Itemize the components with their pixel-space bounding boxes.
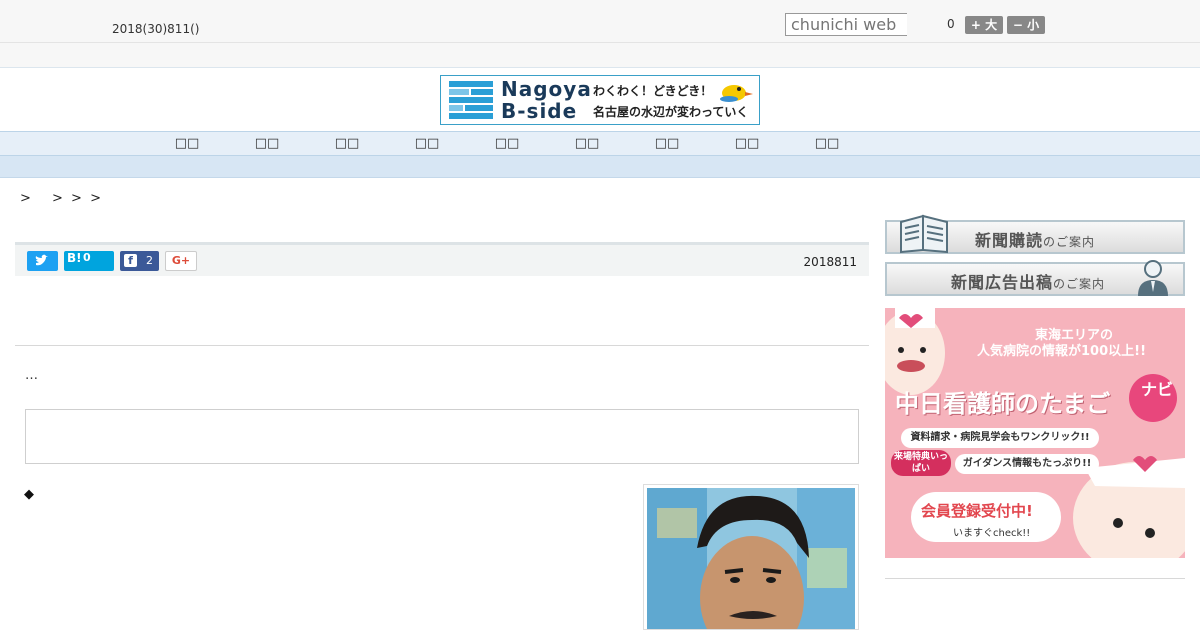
article-bullet: ◆ (24, 487, 34, 502)
counter-value: 0 (947, 17, 955, 31)
ad-badge: 来場特典いっぱい (891, 450, 951, 476)
advertising-label: 新聞広告出稿のご案内 (951, 273, 1106, 292)
hatena-bookmark-button[interactable]: B! 0 (64, 251, 114, 271)
hatena-icon: B! (67, 251, 82, 265)
portrait-photo (647, 488, 855, 629)
divider (15, 345, 869, 346)
sidebar-divider (885, 578, 1185, 579)
subscription-guide-button[interactable]: 新聞購読のご案内 (885, 214, 1185, 254)
ad-navi: ナビ (1141, 380, 1174, 399)
nav-item[interactable]: □□ (647, 136, 687, 151)
twitter-share-button[interactable] (27, 251, 58, 271)
twitter-icon (35, 254, 48, 266)
ad-cta: 会員登録受付中! (921, 502, 1033, 520)
top-utility-bar: 2018(30)811() 0 + 大 − 小 (0, 0, 1200, 43)
nav-item[interactable]: □□ (247, 136, 287, 151)
ad-pill1: 資料請求・病院見学会もワンクリック!! (901, 428, 1099, 448)
newspaper-book-icon (900, 214, 948, 254)
nagoya-bside-banner[interactable]: Nagoya B-side わくわく！どきどき！ 名古屋の水辺が変わっていく (440, 75, 760, 125)
google-plus-icon: G+ (171, 254, 191, 267)
breadcrumb[interactable]: > > > > (20, 187, 101, 206)
article-photo (643, 484, 859, 630)
nav-item[interactable]: □□ (487, 136, 527, 151)
article-lead: … (25, 368, 38, 383)
font-larger-button[interactable]: + 大 (965, 16, 1003, 34)
nav-item[interactable]: □□ (167, 136, 207, 151)
facebook-icon: f (124, 254, 137, 267)
facebook-share-button[interactable]: f 2 (120, 251, 159, 271)
nurse-navi-ad[interactable]: ナ 東海エリアの 人気病院の情報が100以上!! 中日看護師のたまご ナビ 資料… (885, 308, 1185, 558)
advertising-guide-button[interactable]: 新聞広告出稿のご案内 (885, 260, 1185, 296)
nav-item[interactable]: □□ (567, 136, 607, 151)
bside-logo-icon (449, 81, 493, 119)
bird-icon (720, 85, 753, 102)
search-input[interactable] (785, 13, 907, 36)
published-date: 2018811 (803, 255, 857, 269)
ad-cta-sub: いますぐcheck!! (953, 528, 1031, 539)
ad-title: 中日看護師のたまご (895, 390, 1111, 418)
share-bar: B! 0 f 2 G+ 2018811 (15, 242, 869, 276)
font-smaller-button[interactable]: − 小 (1007, 16, 1045, 34)
banner-title-1: Nagoya (501, 77, 592, 101)
sub-nav (0, 156, 1200, 178)
nav-item[interactable]: □□ (727, 136, 767, 151)
ad-line2: 人気病院の情報が100以上!! (977, 344, 1146, 359)
businessman-icon (1138, 260, 1168, 296)
header-date: 2018(30)811() (112, 22, 200, 36)
banner-tagline-1: わくわく！どきどき！ (593, 84, 713, 98)
banner-tagline-2: 名古屋の水辺が変わっていく (593, 105, 749, 119)
subscription-label: 新聞購読のご案内 (975, 231, 1096, 250)
nav-item[interactable]: □□ (407, 136, 447, 151)
hatena-count: 0 (83, 251, 91, 264)
secondary-strip (0, 43, 1200, 68)
main-nav: □□ □□ □□ □□ □□ □□ □□ □□ □□ (0, 131, 1200, 156)
nav-item[interactable]: □□ (327, 136, 367, 151)
article-summary-box (25, 409, 859, 464)
facebook-count: 2 (146, 254, 153, 267)
ad-pill2: ガイダンス情報もたっぷり!! (955, 454, 1099, 474)
banner-title-2: B-side (501, 99, 578, 123)
google-plus-button[interactable]: G+ (165, 251, 197, 271)
nav-item[interactable]: □□ (807, 136, 847, 151)
